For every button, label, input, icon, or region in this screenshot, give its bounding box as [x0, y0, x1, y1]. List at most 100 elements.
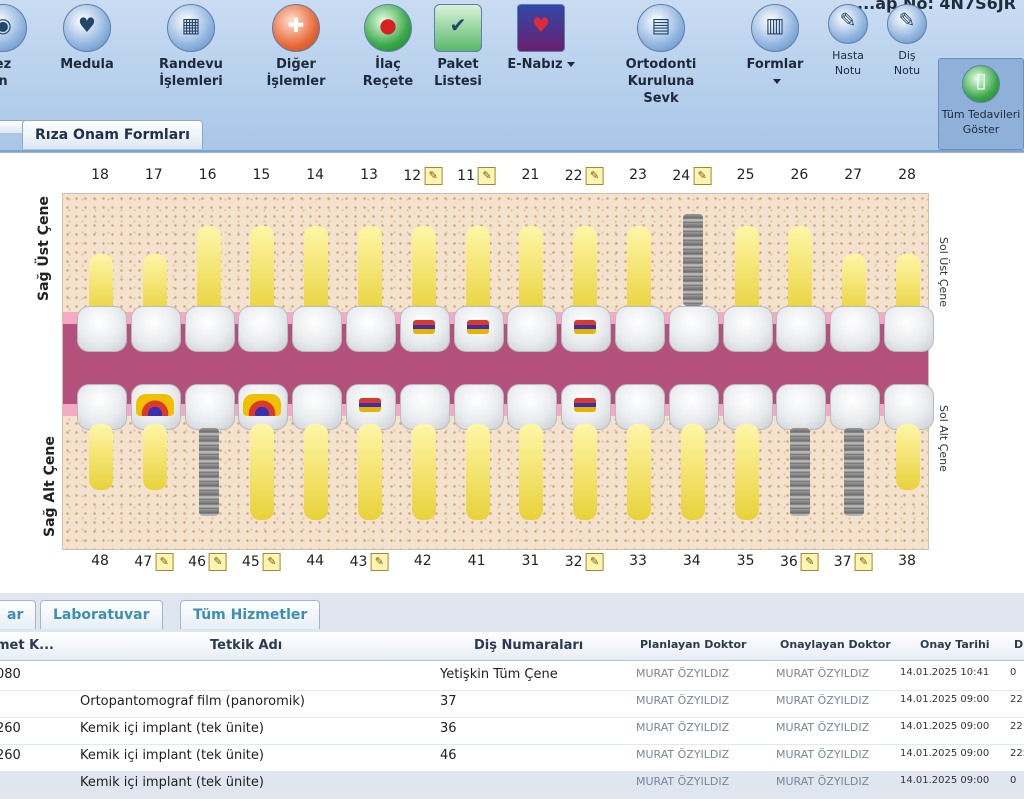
upper-tooth[interactable] [130, 194, 181, 374]
upper-tooth[interactable] [184, 194, 235, 374]
toolbar-button-ilac[interactable]: ● İlaç Reçete [360, 4, 416, 90]
lower-tooth[interactable] [346, 384, 396, 549]
tooth-number-label[interactable]: 14 [306, 167, 324, 183]
tooth-number-label[interactable]: 23 [629, 167, 647, 183]
upper-tooth[interactable] [346, 194, 396, 374]
tab-tum-hizmetler[interactable]: Tüm Hizmetler [180, 600, 321, 629]
tooth-number-label[interactable]: 38 [898, 553, 916, 569]
upper-tooth[interactable] [615, 194, 665, 374]
note-pen-icon[interactable]: ✎ [155, 553, 174, 571]
note-pen-icon[interactable]: ✎ [693, 167, 712, 185]
toolbar-button-dis-notu[interactable]: ✎ Diş Notu [882, 4, 932, 78]
col-header-teeth[interactable]: Diş Numaraları [474, 638, 583, 653]
tooth-number-label[interactable]: 24 ✎ [672, 167, 712, 185]
lower-tooth[interactable] [830, 384, 881, 549]
lower-tooth[interactable] [776, 384, 827, 549]
tooth-number-label[interactable]: 28 [898, 167, 916, 183]
tooth-number-label[interactable]: 37 ✎ [834, 553, 873, 571]
lower-tooth[interactable] [292, 384, 343, 549]
tooth-number-label[interactable]: 44 [306, 553, 324, 569]
lower-tooth[interactable] [184, 384, 235, 549]
tooth-number-label[interactable]: 45 ✎ [242, 553, 281, 571]
note-pen-icon[interactable]: ✎ [800, 553, 819, 571]
tooth-number-label[interactable]: 31 [521, 553, 539, 569]
upper-tooth[interactable] [507, 194, 558, 374]
upper-tooth[interactable] [722, 194, 773, 374]
toolbar-button-hasta-notu[interactable]: ✎ Hasta Notu [822, 4, 874, 78]
lower-tooth[interactable] [453, 384, 504, 549]
note-pen-icon[interactable]: ✎ [209, 553, 228, 571]
col-header-extra[interactable]: D [1014, 638, 1023, 651]
tooth-number-label[interactable]: 42 [414, 553, 432, 569]
toolbar-button-medula[interactable]: ♥ Medula [52, 4, 122, 73]
tooth-number-label[interactable]: 16 [199, 167, 217, 183]
col-header-code[interactable]: met K... [0, 638, 54, 653]
note-pen-icon[interactable]: ✎ [370, 553, 389, 571]
tooth-number-label[interactable]: 43 ✎ [350, 553, 389, 571]
note-pen-icon[interactable]: ✎ [585, 553, 604, 571]
note-pen-icon[interactable]: ✎ [478, 167, 497, 185]
toolbar-button-enabiz[interactable]: ♥ E-Nabız [506, 4, 576, 73]
upper-tooth[interactable] [668, 194, 719, 374]
tooth-number-label[interactable]: 27 [844, 167, 862, 183]
lower-tooth[interactable] [399, 384, 450, 549]
tooth-number-label[interactable]: 12 ✎ [403, 167, 443, 185]
note-pen-icon[interactable]: ✎ [424, 167, 443, 185]
tooth-number-label[interactable]: 25 [737, 167, 755, 183]
tooth-number-label[interactable]: 35 [737, 553, 755, 569]
tooth-number-label[interactable]: 26 [790, 167, 808, 183]
upper-tooth[interactable] [399, 194, 450, 374]
tooth-number-label[interactable]: 48 [91, 553, 109, 569]
toolbar-button-ortodonti[interactable]: ▤ Ortodonti Kuruluna Sevk [594, 4, 728, 107]
lower-tooth[interactable] [238, 384, 289, 549]
upper-tooth[interactable] [884, 194, 934, 374]
upper-tooth[interactable] [561, 194, 612, 374]
upper-tooth[interactable] [77, 194, 127, 374]
tooth-number-label[interactable]: 32 ✎ [565, 553, 604, 571]
col-header-date[interactable]: Onay Tarihi [920, 638, 990, 651]
note-pen-icon[interactable]: ✎ [854, 553, 873, 571]
tooth-number-label[interactable]: 46 ✎ [188, 553, 228, 571]
lower-tooth[interactable] [722, 384, 773, 549]
lower-tooth[interactable] [884, 384, 934, 549]
tooth-number-label[interactable]: 33 [629, 553, 647, 569]
tooth-number-label[interactable]: 34 [683, 553, 701, 569]
lower-tooth[interactable] [668, 384, 719, 549]
toolbar-label: İşlemler [266, 74, 326, 89]
toolbar-button-randevu[interactable]: ▦ Randevu İşlemleri [148, 4, 234, 90]
col-header-name[interactable]: Tetkik Adı [210, 638, 282, 653]
upper-tooth[interactable] [453, 194, 504, 374]
tab-laboratuvar[interactable]: Laboratuvar [40, 600, 163, 629]
tooth-crown [77, 306, 127, 352]
upper-tooth[interactable] [292, 194, 343, 374]
lower-tooth[interactable] [615, 384, 665, 549]
note-pen-icon[interactable]: ✎ [262, 553, 281, 571]
lower-tooth[interactable] [507, 384, 558, 549]
upper-tooth[interactable] [238, 194, 289, 374]
tooth-number-label[interactable]: 22 ✎ [565, 167, 604, 185]
toolbar-button-paket[interactable]: ✔ Paket Listesi [430, 4, 486, 90]
tooth-number-label[interactable]: 11 ✎ [457, 167, 497, 185]
lower-tooth[interactable] [77, 384, 127, 549]
tooth-number-label[interactable]: 41 [468, 553, 486, 569]
tooth-number-label[interactable]: 36 ✎ [780, 553, 819, 571]
toolbar-button-diger[interactable]: ✚ Diğer İşlemler [258, 4, 334, 90]
note-pen-icon[interactable]: ✎ [585, 167, 604, 185]
table-row[interactable]: Kemik içi implant (tek ünite) MURAT ÖZYIL… [0, 768, 1024, 799]
tab-riza-onam-formlari[interactable]: Rıza Onam Formları [22, 120, 203, 149]
col-header-planner[interactable]: Planlayan Doktor [640, 638, 746, 651]
tooth-number-label[interactable]: 13 [360, 167, 378, 183]
upper-tooth[interactable] [776, 194, 827, 374]
tooth-number-label[interactable]: 21 [521, 167, 539, 183]
col-header-approver[interactable]: Onaylayan Doktor [780, 638, 891, 651]
upper-tooth[interactable] [830, 194, 881, 374]
lower-tooth[interactable] [561, 384, 612, 549]
toolbar-button-formlar[interactable]: ▥ Formlar [742, 4, 808, 90]
tooth-number-label[interactable]: 17 [145, 167, 163, 183]
tooth-number-label[interactable]: 47 ✎ [134, 553, 174, 571]
tooth-number-label[interactable]: 15 [252, 167, 270, 183]
tooth-number-label[interactable]: 18 [91, 167, 109, 183]
tab-partial[interactable]: ar [0, 600, 37, 629]
lower-tooth[interactable] [130, 384, 181, 549]
toolbar-button-ez[interactable]: ◉ ez n [0, 4, 28, 90]
